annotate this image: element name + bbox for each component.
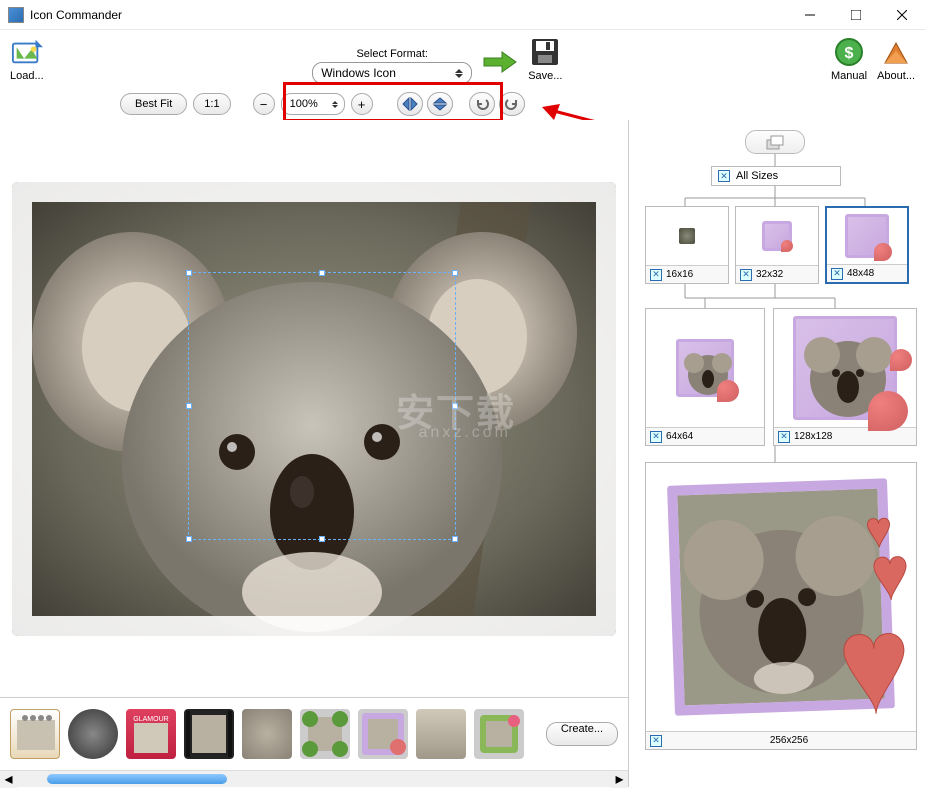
- zoom-toolbar: Best Fit 1:1 − 100% +: [0, 84, 925, 120]
- rotate-left-button[interactable]: [469, 92, 495, 116]
- scroll-left-icon[interactable]: ◂: [0, 771, 17, 788]
- format-value: Windows Icon: [321, 66, 396, 80]
- template-thumb[interactable]: [184, 709, 234, 759]
- save-button[interactable]: Save...: [528, 36, 562, 84]
- format-select[interactable]: Windows Icon: [312, 62, 472, 84]
- maximize-button[interactable]: [833, 0, 879, 30]
- template-thumb[interactable]: [10, 709, 60, 759]
- main-toolbar: Load... Select Format: Windows Icon Save…: [0, 30, 925, 84]
- chk-256[interactable]: [650, 735, 662, 747]
- load-button[interactable]: Load...: [10, 36, 44, 84]
- svg-text:GLAMOUR: GLAMOUR: [133, 716, 168, 723]
- handle-tl[interactable]: [186, 270, 192, 276]
- zoom-input[interactable]: 100%: [281, 93, 345, 115]
- chk-48[interactable]: [831, 268, 843, 280]
- handle-l[interactable]: [186, 403, 192, 409]
- create-button[interactable]: Create...: [546, 722, 618, 746]
- rotate-right-button[interactable]: [499, 92, 525, 116]
- manual-icon: $: [833, 36, 865, 68]
- best-fit-button[interactable]: Best Fit: [120, 93, 187, 115]
- handle-bl[interactable]: [186, 536, 192, 542]
- all-sizes-checkbox[interactable]: [718, 170, 730, 182]
- sizes-panel: All Sizes 16x16 32x32 48x48 64x64: [629, 120, 925, 787]
- manual-button[interactable]: $ Manual: [831, 36, 867, 84]
- template-thumb[interactable]: [358, 709, 408, 759]
- canvas-area: 安下载 anxz.com: [0, 120, 628, 697]
- titlebar: Icon Commander: [0, 0, 925, 30]
- template-thumb[interactable]: [416, 709, 466, 759]
- zoom-out-button[interactable]: −: [253, 93, 275, 115]
- scroll-right-icon[interactable]: ▸: [611, 771, 628, 788]
- window-title: Icon Commander: [30, 8, 787, 22]
- template-thumb[interactable]: [474, 709, 524, 759]
- thumb-scrollbar[interactable]: ◂ ▸: [0, 770, 628, 787]
- watermark-url: anxz.com: [419, 424, 511, 442]
- about-icon: [880, 36, 912, 68]
- save-icon: [529, 36, 561, 68]
- handle-b[interactable]: [319, 536, 325, 542]
- manual-label: Manual: [831, 70, 867, 82]
- chk-16[interactable]: [650, 269, 662, 281]
- chk-32[interactable]: [740, 269, 752, 281]
- size-cell-256[interactable]: 256x256: [645, 462, 917, 750]
- about-label: About...: [877, 70, 915, 82]
- zoom-value: 100%: [290, 98, 318, 110]
- svg-text:$: $: [845, 45, 854, 62]
- template-thumb[interactable]: [68, 709, 118, 759]
- format-block: Select Format: Windows Icon: [312, 48, 472, 84]
- template-thumb[interactable]: [242, 709, 292, 759]
- arrow-right-icon: [482, 50, 518, 74]
- one-to-one-button[interactable]: 1:1: [193, 93, 230, 115]
- handle-tr[interactable]: [452, 270, 458, 276]
- handle-t[interactable]: [319, 270, 325, 276]
- app-icon: [8, 7, 24, 23]
- image-canvas[interactable]: 安下载 anxz.com: [12, 182, 616, 636]
- all-sizes-row[interactable]: All Sizes: [711, 166, 841, 186]
- template-thumb[interactable]: [300, 709, 350, 759]
- close-button[interactable]: [879, 0, 925, 30]
- size-cell-32[interactable]: 32x32: [735, 206, 819, 284]
- scrollbar-thumb[interactable]: [47, 774, 227, 784]
- save-label: Save...: [528, 70, 562, 82]
- about-button[interactable]: About...: [877, 36, 915, 84]
- size-cell-16[interactable]: 16x16: [645, 206, 729, 284]
- chk-128[interactable]: [778, 431, 790, 443]
- chk-64[interactable]: [650, 431, 662, 443]
- load-icon: [11, 36, 43, 68]
- format-label: Select Format:: [356, 48, 428, 60]
- size-cell-128[interactable]: 128x128: [773, 308, 917, 446]
- minimize-button[interactable]: [787, 0, 833, 30]
- template-thumb[interactable]: GLAMOUR: [126, 709, 176, 759]
- stack-icon: [765, 134, 785, 150]
- stack-button[interactable]: [745, 130, 805, 154]
- size-cell-64[interactable]: 64x64: [645, 308, 765, 446]
- all-sizes-label: All Sizes: [736, 170, 778, 182]
- flip-vertical-button[interactable]: [427, 92, 453, 116]
- template-strip: GLAMOUR Create... ◂ ▸: [0, 697, 628, 787]
- zoom-in-button[interactable]: +: [351, 93, 373, 115]
- flip-horizontal-button[interactable]: [397, 92, 423, 116]
- size-cell-48[interactable]: 48x48: [825, 206, 909, 284]
- load-label: Load...: [10, 70, 44, 82]
- handle-br[interactable]: [452, 536, 458, 542]
